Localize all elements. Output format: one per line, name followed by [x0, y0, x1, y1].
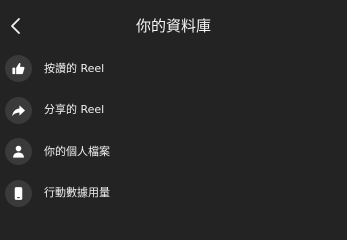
- menu-item-liked-reels[interactable]: 按讚的 Reel: [0, 48, 347, 90]
- menu-item-shared-reels[interactable]: 分享的 Reel: [0, 90, 347, 132]
- menu-item-label: 你的個人檔案: [44, 144, 110, 158]
- share-arrow-icon: [5, 96, 32, 124]
- menu-item-label: 行動數據用量: [44, 186, 110, 200]
- library-menu: 按讚的 Reel 分享的 Reel 你的個人檔案 行動數據用量: [0, 48, 347, 214]
- menu-item-label: 分享的 Reel: [44, 103, 105, 117]
- menu-item-label: 按讚的 Reel: [44, 61, 105, 75]
- menu-item-your-profile[interactable]: 你的個人檔案: [0, 131, 347, 173]
- menu-item-mobile-data-usage[interactable]: 行動數據用量: [0, 173, 347, 215]
- person-icon: [5, 138, 32, 166]
- header: 你的資料庫: [0, 0, 347, 52]
- phone-icon: [5, 179, 32, 207]
- library-screen: 你的資料庫 按讚的 Reel 分享的 Reel 你的個人檔案 行動數據用量: [0, 0, 347, 227]
- thumbs-up-icon: [5, 55, 32, 83]
- page-title: 你的資料庫: [135, 17, 211, 35]
